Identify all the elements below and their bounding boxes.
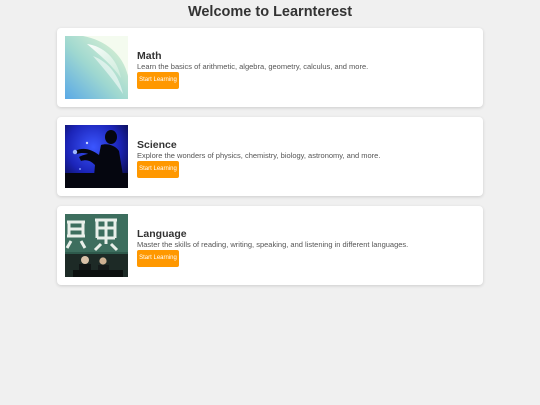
course-image-language: [65, 214, 128, 277]
course-info-math: Math Learn the basics of arithmetic, alg…: [137, 50, 475, 89]
scientist-silhouette-blue-image: [65, 125, 128, 188]
course-card-science: Science Explore the wonders of physics, …: [57, 117, 483, 196]
start-learning-button-science[interactable]: Start Learning: [137, 161, 179, 178]
course-card-math: Math Learn the basics of arithmetic, alg…: [57, 28, 483, 107]
page-title: Welcome to Learnterest: [187, 4, 353, 20]
start-learning-button-math[interactable]: Start Learning: [137, 72, 179, 89]
course-info-science: Science Explore the wonders of physics, …: [137, 139, 475, 178]
course-card-language: Language Master the skills of reading, w…: [57, 206, 483, 285]
course-description: Learn the basics of arithmetic, algebra,…: [137, 62, 369, 71]
course-description: Explore the wonders of physics, chemistr…: [137, 151, 381, 160]
course-info-language: Language Master the skills of reading, w…: [137, 228, 475, 267]
chinese-character-wall-image: [65, 214, 128, 277]
course-title: Language: [137, 228, 187, 240]
course-description: Master the skills of reading, writing, s…: [137, 240, 409, 249]
course-image-math: [65, 36, 128, 99]
course-image-science: [65, 125, 128, 188]
course-title: Math: [137, 50, 162, 62]
course-title: Science: [137, 139, 177, 151]
abstract-pastel-curve-image: [65, 36, 128, 99]
start-learning-button-language[interactable]: Start Learning: [137, 250, 179, 267]
course-list: Math Learn the basics of arithmetic, alg…: [57, 28, 483, 295]
